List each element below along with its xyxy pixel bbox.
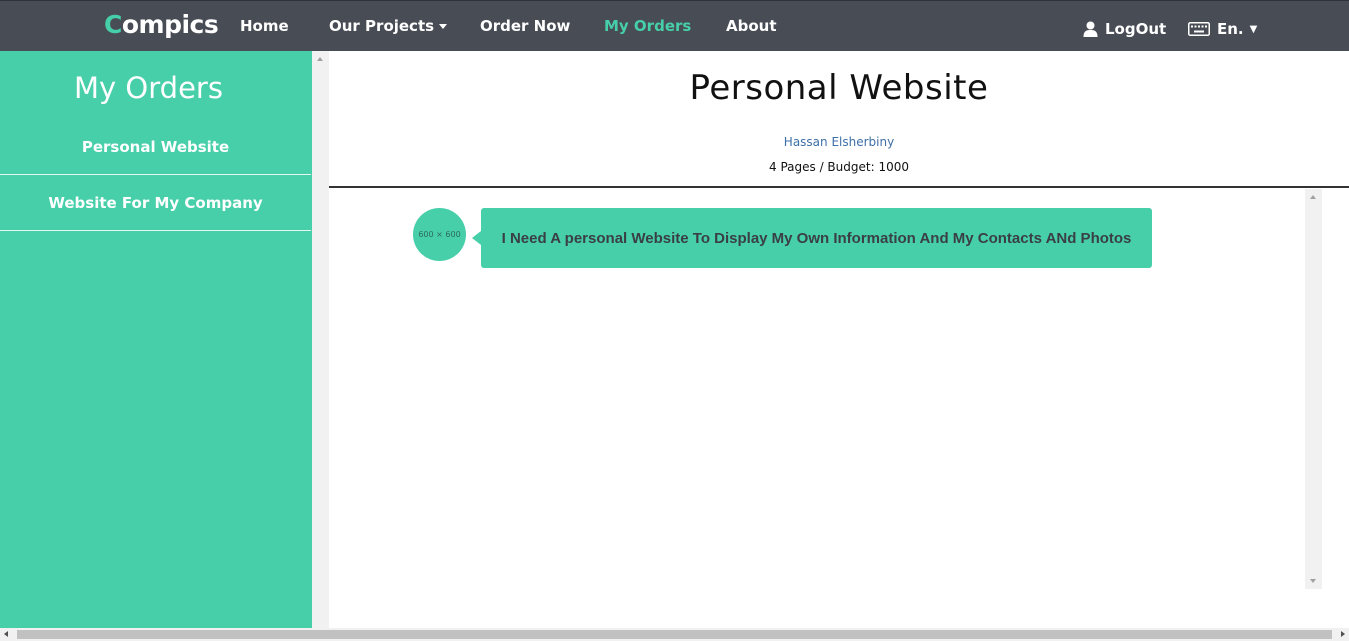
- message-text: I Need A personal Website To Display My …: [501, 229, 1132, 247]
- order-details: 4 Pages / Budget: 1000: [769, 160, 909, 174]
- sidebar-item-personal-website[interactable]: Personal Website: [0, 119, 311, 175]
- logout-button[interactable]: LogOut: [1083, 20, 1166, 38]
- nav-order-now[interactable]: Order Now: [480, 17, 570, 35]
- order-author-link[interactable]: Hassan Elsherbiny: [329, 135, 1349, 149]
- nav-our-projects-label: Our Projects: [329, 17, 435, 35]
- bubble-tail: [472, 231, 481, 245]
- orders-sidebar: My Orders Personal Website Website For M…: [0, 51, 312, 628]
- avatar: 600 × 600: [413, 208, 466, 261]
- nav-home[interactable]: Home: [240, 17, 289, 35]
- brand-initial: C: [104, 10, 122, 39]
- order-header: Personal Website Hassan Elsherbiny 4 Pag…: [329, 51, 1349, 188]
- scroll-left-arrow-icon[interactable]: [4, 631, 8, 637]
- keyboard-icon: [1188, 22, 1210, 36]
- message-bubble: I Need A personal Website To Display My …: [481, 208, 1152, 268]
- user-icon: [1083, 21, 1098, 37]
- language-selector[interactable]: En. ▼: [1188, 20, 1257, 38]
- messages-scrollbar[interactable]: [1305, 189, 1322, 589]
- brand-name: ompics: [121, 10, 219, 39]
- sidebar-title: My Orders: [74, 71, 223, 105]
- scroll-up-arrow-icon[interactable]: [317, 57, 323, 61]
- horizontal-scrollbar[interactable]: [0, 628, 1349, 641]
- sidebar-item-website-for-my-company[interactable]: Website For My Company: [0, 175, 311, 231]
- brand-logo[interactable]: Compics: [104, 10, 219, 39]
- sidebar-scrollbar[interactable]: [312, 51, 329, 628]
- nav-our-projects[interactable]: Our Projects: [329, 17, 448, 35]
- scrollbar-thumb[interactable]: [17, 630, 1332, 639]
- caret-down-icon: ▼: [1249, 23, 1258, 35]
- page-title: Personal Website: [689, 68, 989, 108]
- scroll-down-arrow-icon[interactable]: [1310, 579, 1316, 583]
- chevron-down-icon: [439, 24, 448, 29]
- top-navbar: Compics Home Our Projects Order Now My O…: [0, 0, 1349, 51]
- logout-label: LogOut: [1105, 20, 1167, 38]
- scroll-up-arrow-icon[interactable]: [1310, 195, 1316, 199]
- nav-my-orders[interactable]: My Orders: [604, 17, 691, 35]
- language-label: En.: [1217, 20, 1244, 38]
- scroll-right-arrow-icon[interactable]: [1341, 631, 1345, 637]
- nav-about[interactable]: About: [726, 17, 777, 35]
